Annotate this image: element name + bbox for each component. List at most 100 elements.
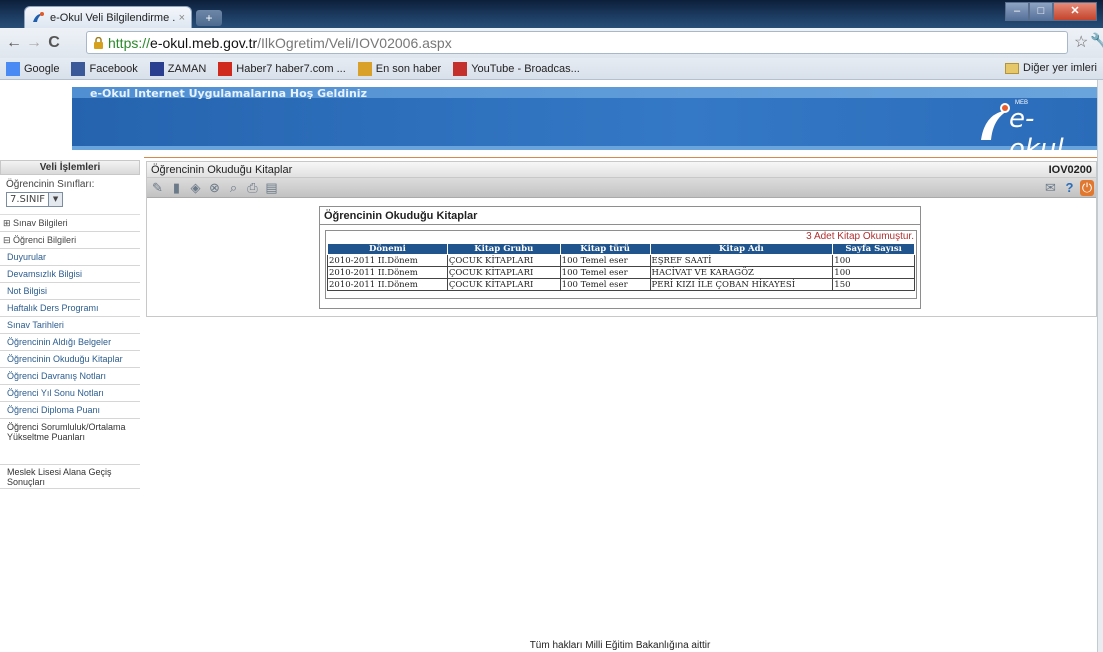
edit-icon[interactable]: ✎ <box>149 180 166 196</box>
eokul-logo[interactable]: MEB e-okul <box>975 100 1085 164</box>
other-bookmarks[interactable]: Diğer yer imleri <box>1005 62 1097 74</box>
bookmark-2[interactable]: ZAMAN <box>149 61 207 76</box>
bookmark-4[interactable]: En son haber <box>357 61 442 76</box>
sidebar-item-2[interactable]: Duyurular <box>0 249 140 266</box>
bookmark-5[interactable]: YouTube - Broadcas... <box>453 61 580 76</box>
print-icon[interactable]: ⎙ <box>244 180 261 196</box>
sidebar-item-12[interactable]: Öğrenci Sorumluluk/Ortalama Yükseltme Pu… <box>0 419 140 465</box>
column-header: Sayfa Sayısı <box>832 243 915 255</box>
maximize-button[interactable]: □ <box>1029 2 1053 21</box>
sidebar-item-6[interactable]: Sınav Tarihleri <box>0 317 140 334</box>
sidebar-item-4[interactable]: Not Bilgisi <box>0 283 140 300</box>
bookmark-star-icon[interactable]: ☆ <box>1074 32 1088 52</box>
sidebar-item-8[interactable]: Öğrencinin Okuduğu Kitaplar <box>0 351 140 368</box>
table-cell: HACİVAT VE KARAGÖZ <box>649 266 834 279</box>
sidebar-item-1[interactable]: ⊟ Öğrenci Bilgileri <box>0 232 140 249</box>
column-header: Kitap türü <box>559 243 651 255</box>
column-header: Kitap Grubu <box>446 243 561 255</box>
sidebar-item-7[interactable]: Öğrencinin Aldığı Belgeler <box>0 334 140 351</box>
chevron-down-icon[interactable]: ▼ <box>48 193 63 206</box>
url-host: e-okul.meb.gov.tr <box>150 34 258 51</box>
bookmark-label: YouTube - Broadcas... <box>471 62 580 75</box>
new-tab-button[interactable]: + <box>196 10 222 26</box>
panel-title: Öğrencinin Okuduğu Kitaplar <box>320 207 920 225</box>
back-button[interactable]: ← <box>4 34 24 52</box>
search-icon[interactable]: ⌕ <box>225 180 242 196</box>
table-cell: 100 Temel eser <box>559 266 651 279</box>
column-header: Kitap Adı <box>649 243 834 255</box>
welcome-text: e-Okul Internet Uygulamalarına Hoş Geldi… <box>90 87 367 100</box>
class-selector-group: Öğrencinin Sınıfları: 7.SINIF ▼ <box>0 175 140 215</box>
sidebar-item-11[interactable]: Öğrenci Diploma Puanı <box>0 402 140 419</box>
folder-icon <box>1005 62 1020 74</box>
content-toolbar: ✎ ▮ ◈ ⊗ ⌕ ⎙ ▤ ✉ ? ⏻ <box>147 178 1096 198</box>
mail-icon[interactable]: ✉ <box>1042 180 1059 196</box>
clear-icon[interactable]: ◈ <box>187 180 204 196</box>
table-cell: 2010-2011 II.Dönem <box>327 278 448 291</box>
tab-title: e-Okul Veli Bilgilendirme ... <box>50 11 175 24</box>
sidebar: Veli İşlemleri Öğrencinin Sınıfları: 7.S… <box>0 160 140 652</box>
help-icon[interactable]: ? <box>1061 180 1078 196</box>
books-table-box: 3 Adet Kitap Okumuştur. Dönemi Kitap Grub… <box>325 230 917 299</box>
table-cell: 2010-2011 II.Dönem <box>327 254 448 267</box>
cancel-icon[interactable]: ⊗ <box>206 180 223 196</box>
exit-icon[interactable]: ⏻ <box>1080 179 1094 196</box>
delete-icon[interactable]: ▮ <box>168 180 185 196</box>
bookmark-label: Facebook <box>89 62 138 75</box>
table-cell: ÇOCUK KİTAPLARI <box>446 278 561 291</box>
save-icon[interactable]: ▤ <box>263 180 280 196</box>
sidebar-item-0[interactable]: ⊞ Sınav Bilgileri <box>0 215 140 232</box>
content-header: Öğrencinin Okuduğu Kitaplar IOV0200 <box>147 162 1096 178</box>
table-cell: PERİ KIZI İLE ÇOBAN HİKAYESİ <box>649 278 834 291</box>
bookmark-label: En son haber <box>375 62 442 75</box>
sidebar-item-13[interactable]: Meslek Lisesi Alana Geçiş Sonuçları <box>0 465 140 489</box>
table-row: 2010-2011 II.Dönem ÇOCUK KİTAPLARI 100 Tem… <box>327 266 915 279</box>
bookmark-label: Google <box>24 62 60 75</box>
forward-button[interactable]: → <box>24 34 44 52</box>
books-table: Dönemi Kitap Grubu Kitap türü Kitap Adı Sayf… <box>327 243 915 291</box>
table-cell: ÇOCUK KİTAPLARI <box>446 266 561 279</box>
table-cell: 100 <box>832 254 915 267</box>
table-cell: EŞREF SAATİ <box>649 254 834 267</box>
class-select[interactable]: 7.SINIF ▼ <box>6 192 64 207</box>
other-bookmarks-label: Diğer yer imleri <box>1023 62 1097 74</box>
books-panel: Öğrencinin Okuduğu Kitaplar 3 Adet Kitap… <box>319 206 921 309</box>
eokul-favicon-icon <box>33 11 44 22</box>
google-icon <box>6 61 20 76</box>
page-code: IOV0200 <box>1048 163 1092 176</box>
close-window-button[interactable]: ✕ <box>1053 2 1097 21</box>
page-title: Öğrencinin Okuduğu Kitaplar <box>151 163 293 176</box>
zaman-icon <box>149 61 164 76</box>
bookmark-1[interactable]: Facebook <box>71 61 138 76</box>
bookmark-3[interactable]: Haber7 haber7.com ... <box>218 61 346 76</box>
vertical-scrollbar[interactable] <box>1097 80 1103 652</box>
minimize-button[interactable]: – <box>1005 2 1029 21</box>
news-icon <box>357 61 372 76</box>
bookmark-label: ZAMAN <box>167 62 207 75</box>
browser-tab[interactable]: e-Okul Veli Bilgilendirme ... × <box>24 6 192 28</box>
eokul-banner: e-Okul Internet Uygulamalarına Hoş Geldi… <box>0 80 1097 164</box>
table-row: 2010-2011 II.Dönem ÇOCUK KİTAPLARI 100 Tem… <box>327 278 915 291</box>
wrench-menu-icon[interactable]: 🔧 <box>1090 32 1103 50</box>
url-path: /IlkOgretim/Veli/IOV02006.aspx <box>257 34 452 51</box>
class-select-value: 7.SINIF <box>10 194 46 205</box>
divider <box>144 157 1097 158</box>
table-cell: 100 Temel eser <box>559 278 651 291</box>
sidebar-item-3[interactable]: Devamsızlık Bilgisi <box>0 266 140 283</box>
url-scheme: https:// <box>108 34 151 51</box>
web-page: e-Okul Internet Uygulamalarına Hoş Geldi… <box>0 80 1097 652</box>
column-header: Dönemi <box>327 243 448 255</box>
facebook-icon <box>71 61 86 76</box>
table-row: 2010-2011 II.Dönem ÇOCUK KİTAPLARI 100 Tem… <box>327 254 915 267</box>
tab-close-icon[interactable]: × <box>179 12 185 24</box>
reload-button[interactable]: C <box>44 34 64 52</box>
table-cell: 100 <box>832 266 915 279</box>
address-bar[interactable]: https://e-okul.meb.gov.tr/IlkOgretim/Vel… <box>86 31 1068 54</box>
sidebar-item-9[interactable]: Öğrenci Davranış Notları <box>0 368 140 385</box>
table-cell: 100 Temel eser <box>559 254 651 267</box>
bookmarks-bar: Google Facebook ZAMAN Haber7 haber7.com ...… <box>0 58 1103 80</box>
class-label: Öğrencinin Sınıfları: <box>6 179 95 190</box>
sidebar-item-10[interactable]: Öğrenci Yıl Sonu Notları <box>0 385 140 402</box>
bookmark-0[interactable]: Google <box>6 61 60 76</box>
sidebar-item-5[interactable]: Haftalık Ders Programı <box>0 300 140 317</box>
